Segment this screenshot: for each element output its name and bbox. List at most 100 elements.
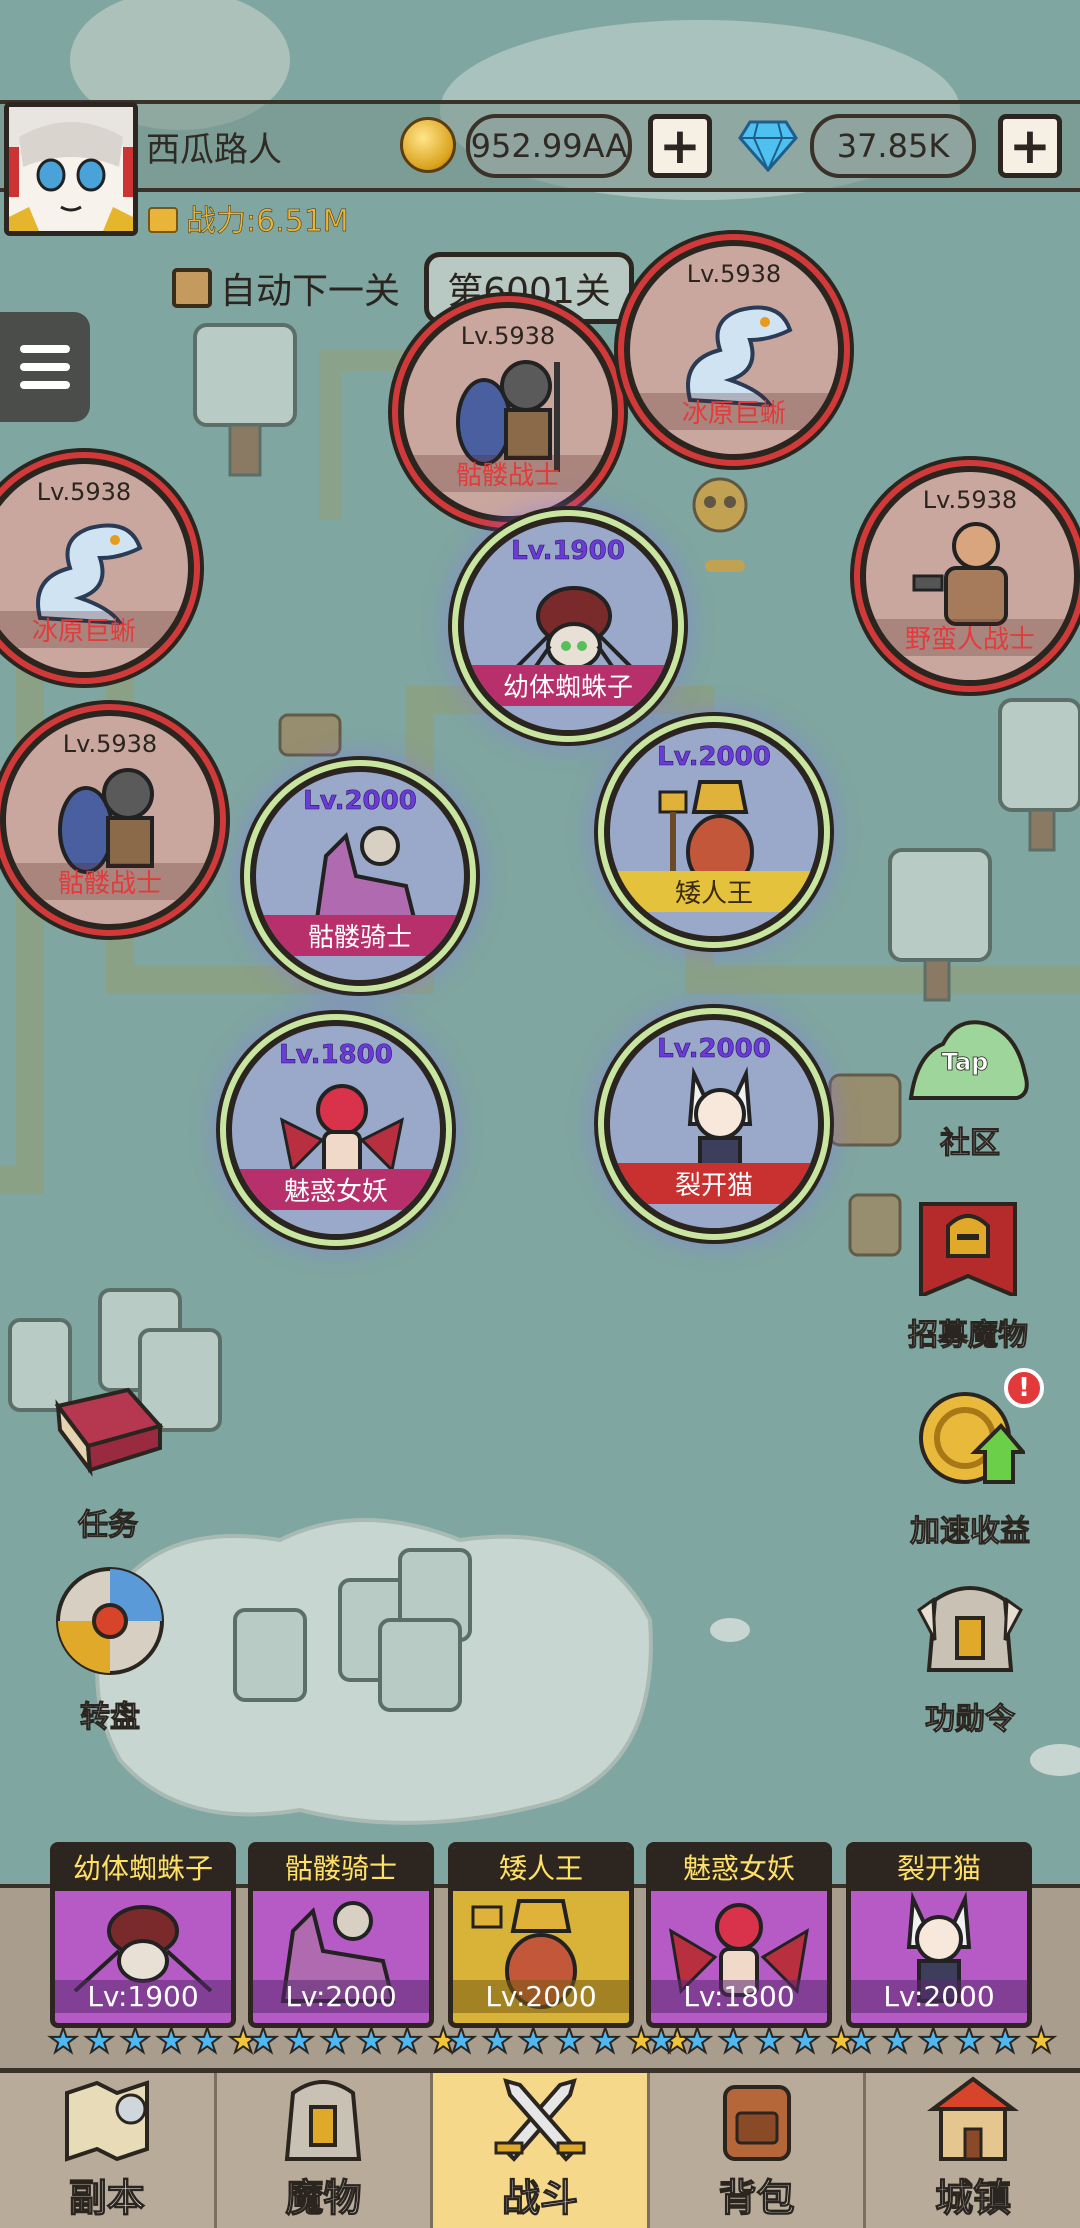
ally-unit[interactable]: Lv.2000 矮人王 <box>604 722 824 942</box>
checkbox[interactable] <box>172 268 212 308</box>
recruit-monster-button[interactable]: 招募魔物 <box>898 1196 1038 1354</box>
unit-level: Lv.5938 <box>686 260 782 288</box>
monster-icon <box>285 2080 362 2161</box>
blue-star-icon: ★ <box>83 2021 115 2061</box>
blue-star-icon: ★ <box>47 2021 79 2061</box>
unit-name: 裂开猫 <box>610 1163 818 1204</box>
nav-battle[interactable]: 战斗 <box>433 2073 650 2228</box>
enemy-unit[interactable]: Lv.5938 野蛮人战士 <box>860 466 1080 686</box>
card-name: 骷髅骑士 <box>253 1847 429 1891</box>
add-gold-button[interactable]: + <box>648 114 712 178</box>
nav-dungeon[interactable]: 副本 <box>0 2073 217 2228</box>
merit-order-button[interactable]: 功勋令 <box>900 1580 1040 1738</box>
ally-unit[interactable]: Lv.1800 魅惑女妖 <box>226 1020 446 1240</box>
card-level: Lv:2000 <box>253 1980 429 2013</box>
unit-level: Lv.5938 <box>36 478 132 506</box>
team-card[interactable]: 骷髅骑士 Lv:2000 <box>248 1842 434 2028</box>
quest-book-icon <box>54 1387 164 1477</box>
player-avatar[interactable] <box>4 102 138 236</box>
alert-badge: ! <box>1004 1368 1044 1408</box>
gold-amount: 952.99AA <box>466 114 632 178</box>
blue-star-icon: ★ <box>191 2021 223 2061</box>
team-card[interactable]: 幼体蜘蛛子 Lv:1900 <box>50 1842 236 2028</box>
blue-star-icon: ★ <box>445 2021 477 2061</box>
auto-next-toggle[interactable]: 自动下一关 <box>172 262 400 314</box>
card-level: Lv:2000 <box>851 1980 1027 2013</box>
enemy-unit[interactable]: Lv.5938 骷髅战士 <box>398 302 618 522</box>
blue-star-icon: ★ <box>481 2021 513 2061</box>
helmet-icon <box>917 1586 1023 1672</box>
team-card[interactable]: 矮人王 Lv:2000 <box>448 1842 634 2028</box>
blue-star-icon: ★ <box>681 2021 713 2061</box>
unit-level: Lv.1800 <box>279 1040 393 1071</box>
enemy-unit[interactable]: Lv.5938 骷髅战士 <box>0 710 220 930</box>
combat-power: 战力:6.51M <box>148 196 349 240</box>
tap-label: Tap <box>942 1048 989 1076</box>
blue-star-icon: ★ <box>645 2021 677 2061</box>
blue-star-icon: ★ <box>753 2021 785 2061</box>
blue-star-icon: ★ <box>589 2021 621 2061</box>
menu-button[interactable] <box>0 312 90 422</box>
wheel-label: 转盘 <box>80 1700 141 1736</box>
team-card[interactable]: 裂开猫 Lv:2000 <box>846 1842 1032 2028</box>
unit-level: Lv.5938 <box>62 730 158 758</box>
nav-town[interactable]: 城镇 <box>866 2073 1080 2228</box>
blue-star-icon: ★ <box>319 2021 351 2061</box>
community-button[interactable]: Tap 社区 <box>900 1014 1040 1162</box>
card-name: 幼体蜘蛛子 <box>55 1847 231 1891</box>
ally-unit[interactable]: Lv.2000 裂开猫 <box>604 1014 824 1234</box>
nav-monster[interactable]: 魔物 <box>217 2073 434 2228</box>
enemy-unit[interactable]: Lv.5938 冰原巨蜥 <box>624 240 844 460</box>
community-icon: Tap <box>908 1020 1029 1100</box>
unit-level: Lv.2000 <box>657 742 771 773</box>
recruit-banner-icon <box>919 1202 1017 1300</box>
wheel-button[interactable]: 转盘 <box>50 1564 170 1736</box>
quest-label: 任务 <box>78 1508 139 1544</box>
nav-label: 背包 <box>718 2175 795 2220</box>
blue-star-icon: ★ <box>391 2021 423 2061</box>
community-label: 社区 <box>940 1126 1001 1162</box>
blue-star-icon: ★ <box>881 2021 913 2061</box>
combat-power-value: 战力:6.51M <box>186 204 349 240</box>
quest-button[interactable]: 任务 <box>48 1386 168 1544</box>
ally-unit[interactable]: Lv.2000 骷髅骑士 <box>250 766 470 986</box>
enemy-unit[interactable]: Lv.5938 冰原巨蜥 <box>0 458 194 678</box>
blue-star-icon: ★ <box>989 2021 1021 2061</box>
recruit-label: 招募魔物 <box>908 1318 1029 1354</box>
town-icon <box>927 2076 1020 2161</box>
blue-star-icon: ★ <box>247 2021 279 2061</box>
avatar-portrait-icon <box>9 107 133 231</box>
spin-wheel-icon <box>56 1567 164 1675</box>
bottom-nav: 副本 魔物 战斗 背包 城镇 <box>0 2068 1080 2228</box>
unit-name: 矮人王 <box>610 871 818 912</box>
card-name: 矮人王 <box>453 1847 629 1891</box>
star-row: ★ ★ ★ ★ ★ ★ <box>845 2021 1060 2061</box>
star-row: ★ ★ ★ ★ ★ ★ <box>645 2021 860 2061</box>
blue-star-icon: ★ <box>845 2021 877 2061</box>
unit-name: 骷髅骑士 <box>256 915 464 956</box>
power-icon <box>148 207 178 233</box>
unit-name: 魅惑女妖 <box>232 1169 440 1210</box>
nav-backpack[interactable]: 背包 <box>650 2073 867 2228</box>
unit-level: Lv.2000 <box>303 786 417 817</box>
unit-name: 骷髅战士 <box>404 455 612 492</box>
ally-unit[interactable]: Lv.1900 幼体蜘蛛子 <box>458 516 678 736</box>
gold-star-icon: ★ <box>1025 2021 1057 2061</box>
card-name: 魅惑女妖 <box>651 1847 827 1891</box>
player-name: 西瓜路人 <box>146 130 282 170</box>
unit-name: 冰原巨蜥 <box>0 611 188 648</box>
gem-amount: 37.85K <box>810 114 976 178</box>
unit-level: Lv.5938 <box>460 322 556 350</box>
gold-coin-icon <box>400 117 456 173</box>
unit-name: 野蛮人战士 <box>866 619 1074 656</box>
add-gems-button[interactable]: + <box>998 114 1062 178</box>
merit-label: 功勋令 <box>925 1702 1016 1738</box>
blue-star-icon: ★ <box>355 2021 387 2061</box>
blue-star-icon: ★ <box>789 2021 821 2061</box>
backpack-icon <box>722 2085 791 2161</box>
card-level: Lv:2000 <box>453 1980 629 2013</box>
auto-next-label: 自动下一关 <box>220 271 401 312</box>
blue-star-icon: ★ <box>283 2021 315 2061</box>
unit-level: Lv.5938 <box>922 486 1018 514</box>
team-card[interactable]: 魅惑女妖 Lv:1800 <box>646 1842 832 2028</box>
